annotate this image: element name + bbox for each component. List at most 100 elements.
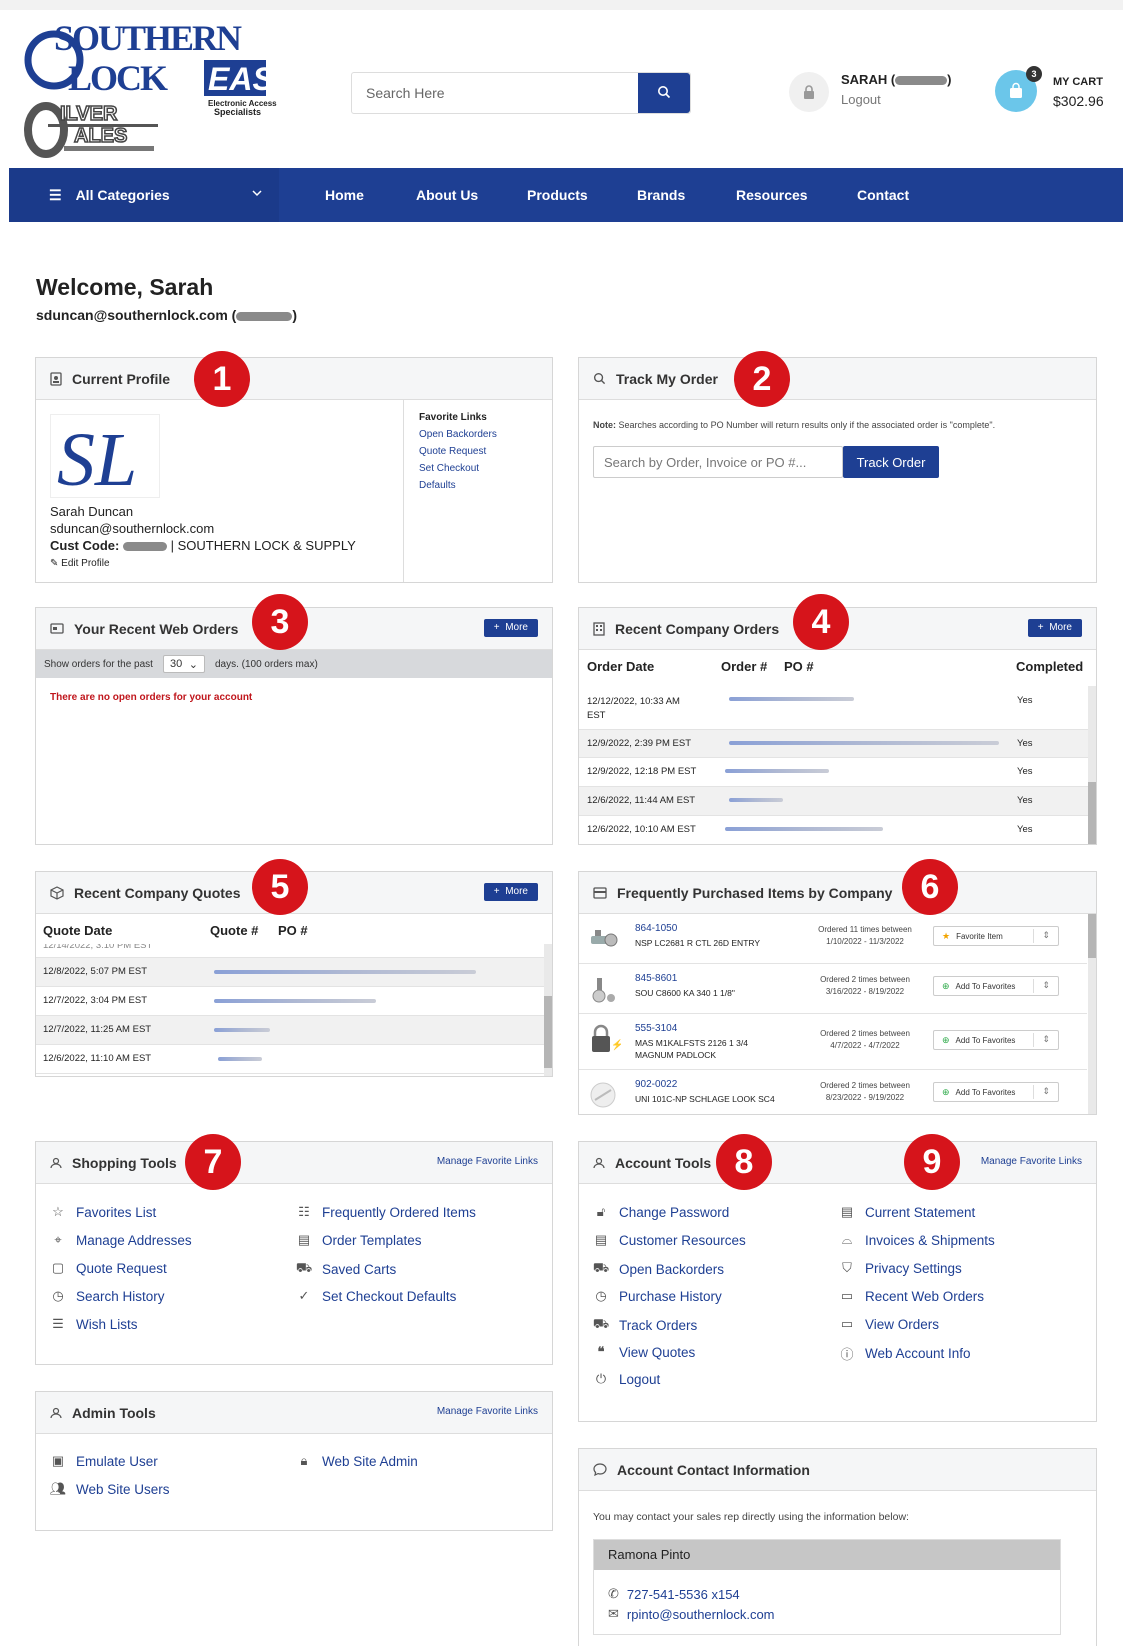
table-row[interactable]: 12/7/2022, 3:04 PM EST <box>36 987 544 1016</box>
search-input[interactable] <box>352 73 638 113</box>
track-order-input[interactable] <box>593 446 843 478</box>
list-item[interactable]: 864-1050 NSP LC2681 R CTL 26D ENTRY Orde… <box>579 914 1087 964</box>
list-item[interactable]: 902-0022 UNI 101C-NP SCHLAGE LOOK SC4 Or… <box>579 1070 1087 1114</box>
nav-products[interactable]: Products <box>527 168 588 222</box>
nav-brands[interactable]: Brands <box>637 168 685 222</box>
phone-icon: ✆ <box>608 1586 619 1601</box>
box-icon <box>50 885 64 900</box>
product-code[interactable]: 845-8601 <box>635 973 677 984</box>
sales-rep-phone[interactable]: ✆ 727-541-5536 x154 <box>608 1586 740 1602</box>
tool-privacy-settings[interactable]: ⛉ Privacy Settings <box>839 1260 962 1276</box>
account-tools-panel: Account Tools Manage Favorite Links 🔓︎ Ch… <box>578 1141 1097 1422</box>
user-menu[interactable]: SARAH () Logout <box>789 66 979 116</box>
plus-icon: + <box>493 886 500 897</box>
cart[interactable]: 3 MY CART $302.96 <box>995 66 1123 116</box>
nav-contact[interactable]: Contact <box>857 168 909 222</box>
tool-quote-request[interactable]: ▢ Quote Request <box>50 1260 167 1276</box>
tool-order-templates[interactable]: ▤ Order Templates <box>296 1232 422 1248</box>
quotes-scrollbar[interactable] <box>544 944 552 1076</box>
list-item[interactable]: ⚡ 555-3104 MAS M1KALFSTS 2126 1 3/4 MAGN… <box>579 1014 1087 1070</box>
product-code[interactable]: 864-1050 <box>635 923 677 934</box>
tool-invoices-shipments[interactable]: ⌓ Invoices & Shipments <box>839 1232 995 1248</box>
tool-view-orders[interactable]: ▭ View Orders <box>839 1316 939 1332</box>
tool-logout[interactable]: ⏻ Logout <box>593 1371 660 1387</box>
more-button[interactable]: + More <box>483 619 538 637</box>
chevron-updown-icon: ⇕ <box>1042 980 1050 990</box>
orders-scrollbar[interactable] <box>1088 686 1096 844</box>
product-code[interactable]: 902-0022 <box>635 1079 677 1090</box>
table-row[interactable]: 12/12/2022, 10:33 AM EST Yes <box>579 686 1088 730</box>
tool-track-orders[interactable]: ⛟ Track Orders <box>593 1316 697 1334</box>
tool-recent-web-orders[interactable]: ▭ Recent Web Orders <box>839 1288 984 1304</box>
tool-open-backorders[interactable]: ⛟ Open Backorders <box>593 1260 724 1278</box>
table-row[interactable]: 12/6/2022, 11:10 AM EST <box>36 1045 544 1074</box>
panel-title: Shopping Tools <box>72 1154 177 1171</box>
table-row[interactable]: 12/6/2022, 10:10 AM EST Yes <box>579 816 1088 844</box>
product-image <box>587 924 621 954</box>
tool-view-quotes[interactable]: ❝ View Quotes <box>593 1344 696 1360</box>
svg-text:ILVER: ILVER <box>60 103 118 125</box>
tool-search-history[interactable]: ◷ Search History <box>50 1288 164 1304</box>
power-icon: ⏻ <box>595 1371 607 1386</box>
profile-details: SL Sarah Duncan sduncan@southernlock.com… <box>36 400 404 582</box>
days-select[interactable]: 30 ⌄ <box>162 655 205 673</box>
scrollbar-thumb[interactable] <box>544 996 552 1068</box>
table-row[interactable]: 12/7/2022, 11:25 AM EST <box>36 1016 544 1045</box>
table-row[interactable]: 12/6/2022, 11:44 AM EST Yes <box>579 787 1088 816</box>
sales-rep-email[interactable]: ✉ rpinto@southernlock.com <box>608 1606 775 1622</box>
nav-resources[interactable]: Resources <box>736 168 808 222</box>
product-code[interactable]: 555-3104 <box>635 1023 677 1034</box>
tool-wish-lists[interactable]: ☰ Wish Lists <box>50 1316 137 1332</box>
nav-about-us[interactable]: About Us <box>416 168 478 222</box>
fav-link-open-backorders[interactable]: Open Backorders <box>419 429 538 440</box>
tool-web-site-users[interactable]: 👥︎ Web Site Users <box>50 1481 170 1497</box>
tool-web-account-info[interactable]: ⓘ Web Account Info <box>839 1344 970 1363</box>
search-button[interactable] <box>638 73 690 113</box>
table-row[interactable]: 12/9/2022, 2:39 PM EST Yes <box>579 730 1088 758</box>
more-button[interactable]: + More <box>483 883 538 901</box>
more-button[interactable]: + More <box>1027 619 1082 637</box>
edit-profile-link[interactable]: ✎ Edit Profile <box>50 558 110 569</box>
unlock-icon: 🔓︎ <box>596 1204 606 1219</box>
track-order-button[interactable]: Track Order <box>843 446 939 478</box>
tool-purchase-history[interactable]: ◷ Purchase History <box>593 1288 721 1304</box>
panel-title: Recent Company Orders <box>615 620 780 637</box>
col-quote-number: Quote # <box>210 923 259 938</box>
fav-link-quote-request[interactable]: Quote Request <box>419 446 538 457</box>
tool-set-checkout-defaults[interactable]: ✓ Set Checkout Defaults <box>296 1288 457 1304</box>
table-row[interactable]: 12/9/2022, 12:18 PM EST Yes <box>579 758 1088 787</box>
southern-lock-logo[interactable]: SOUTHERN LOCK EAS Electronic Access Spec… <box>24 18 284 165</box>
add-to-favorites-button[interactable]: ⊕ Add To Favorites ⇕ <box>933 1030 1059 1050</box>
favorite-item-button[interactable]: ★ Favorite Item ⇕ <box>933 926 1059 946</box>
frequent-scrollbar[interactable] <box>1088 914 1096 1114</box>
truck-icon: ⛟ <box>592 1260 610 1275</box>
filter-prefix: Show orders for the past <box>44 658 153 670</box>
tool-emulate-user[interactable]: ▣ Emulate User <box>50 1453 158 1469</box>
truck-icon: ⛟ <box>592 1316 610 1331</box>
manage-favorite-links[interactable]: Manage Favorite Links <box>437 1156 538 1167</box>
nav-home[interactable]: Home <box>325 168 364 222</box>
tool-current-statement[interactable]: ▤ Current Statement <box>839 1204 975 1220</box>
fav-link-set-checkout[interactable]: Set Checkout <box>419 463 538 474</box>
tool-favorites-list[interactable]: ☆ Favorites List <box>50 1204 156 1220</box>
orders-filter-bar: Show orders for the past 30 ⌄ days. (100 … <box>36 650 552 678</box>
all-categories-dropdown[interactable]: ☰ All Categories <box>9 168 279 222</box>
manage-favorite-links[interactable]: Manage Favorite Links <box>437 1406 538 1417</box>
fav-link-defaults[interactable]: Defaults <box>419 480 538 491</box>
manage-favorite-links[interactable]: Manage Favorite Links <box>981 1156 1082 1167</box>
scrollbar-thumb[interactable] <box>1088 782 1096 844</box>
tool-change-password[interactable]: 🔓︎ Change Password <box>593 1204 730 1220</box>
scrollbar-thumb[interactable] <box>1088 914 1096 958</box>
table-row[interactable]: 12/8/2022, 5:07 PM EST <box>36 958 544 987</box>
add-to-favorites-button[interactable]: ⊕ Add To Favorites ⇕ <box>933 1082 1059 1102</box>
tool-saved-carts[interactable]: ⛟ Saved Carts <box>296 1260 396 1278</box>
table-row-partial[interactable]: 12/14/2022, 3:10 PM EST <box>36 944 544 958</box>
add-to-favorites-button[interactable]: ⊕ Add To Favorites ⇕ <box>933 976 1059 996</box>
tool-manage-addresses[interactable]: ⌖ Manage Addresses <box>50 1232 191 1248</box>
shield-icon: ⛉ <box>842 1260 852 1275</box>
logout-link[interactable]: Logout <box>841 92 881 107</box>
tool-web-site-admin[interactable]: 🔒︎ Web Site Admin <box>296 1453 418 1469</box>
tool-frequently-ordered-items[interactable]: ☷ Frequently Ordered Items <box>296 1204 476 1220</box>
tool-customer-resources[interactable]: ▤ Customer Resources <box>593 1232 746 1248</box>
list-item[interactable]: 845-8601 SOU C8600 KA 340 1 1/8" Ordered… <box>579 964 1087 1014</box>
